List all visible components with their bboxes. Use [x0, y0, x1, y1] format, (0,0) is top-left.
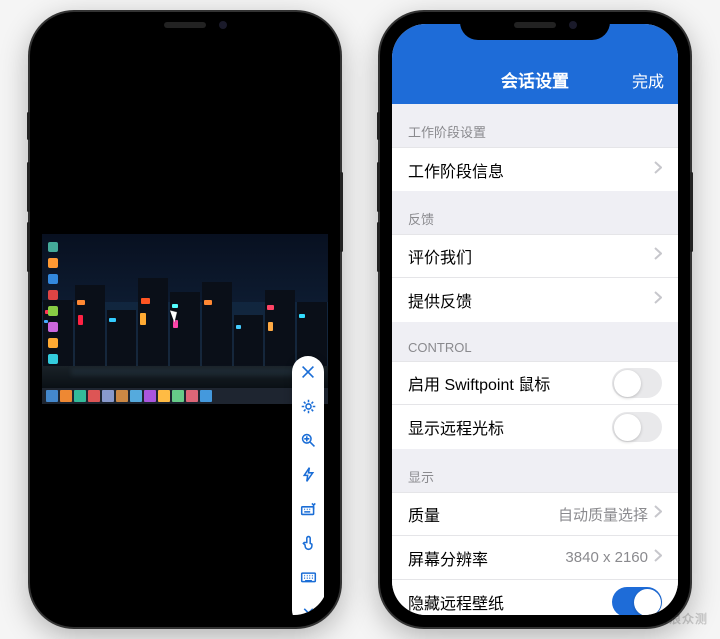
row-rate-us[interactable]: 评价我们 — [392, 234, 678, 278]
gear-icon[interactable] — [298, 396, 318, 416]
row-label: 启用 Swiftpoint 鼠标 — [408, 371, 612, 395]
chevron-right-icon — [654, 161, 662, 179]
taskbar-icon[interactable] — [158, 390, 170, 402]
row-label: 提供反馈 — [408, 288, 654, 312]
lightning-icon[interactable] — [298, 464, 318, 484]
row-swiftpoint: 启用 Swiftpoint 鼠标 — [392, 361, 678, 405]
section-header-control: CONTROL — [392, 322, 678, 361]
switch-swiftpoint[interactable] — [612, 368, 662, 398]
row-value: 3840 x 2160 — [565, 549, 648, 566]
taskbar-icon[interactable] — [130, 390, 142, 402]
close-icon[interactable] — [298, 362, 318, 382]
chevron-right-icon — [654, 291, 662, 309]
row-label: 屏幕分辨率 — [408, 546, 565, 570]
row-label: 隐藏远程壁纸 — [408, 590, 612, 614]
screen-remote-desktop — [42, 24, 328, 615]
taskbar-icon[interactable] — [46, 390, 58, 402]
taskbar-icon[interactable] — [186, 390, 198, 402]
desktop-wallpaper-buildings — [42, 275, 328, 370]
touch-icon[interactable] — [298, 532, 318, 552]
settings-list[interactable]: 工作阶段设置 工作阶段信息 反馈 评价我们 提供反馈 CONTROL — [392, 104, 678, 615]
section-header-feedback: 反馈 — [392, 191, 678, 234]
side-button — [340, 172, 343, 252]
chevron-right-icon — [654, 549, 662, 567]
row-provide-feedback[interactable]: 提供反馈 — [392, 278, 678, 322]
desktop-wallpaper-ground — [42, 366, 328, 388]
row-show-cursor: 显示远程光标 — [392, 405, 678, 449]
side-button — [377, 222, 380, 272]
side-button — [690, 172, 693, 252]
switch-show-cursor[interactable] — [612, 412, 662, 442]
row-label: 评价我们 — [408, 244, 654, 268]
section-header-display: 显示 — [392, 449, 678, 492]
desktop-icon[interactable] — [45, 288, 61, 302]
remote-taskbar[interactable] — [42, 388, 328, 404]
desktop-icon[interactable] — [45, 336, 61, 350]
desktop-icon[interactable] — [45, 304, 61, 318]
row-hide-wallpaper: 隐藏远程壁纸 — [392, 580, 678, 615]
nav-bar: 会话设置 完成 — [392, 24, 678, 104]
taskbar-icon[interactable] — [74, 390, 86, 402]
remote-desktop-viewport[interactable] — [42, 234, 328, 404]
taskbar-icon[interactable] — [144, 390, 156, 402]
keyboard-icon[interactable] — [298, 566, 318, 586]
chevron-down-icon[interactable] — [298, 600, 318, 615]
section-header-stage: 工作阶段设置 — [392, 104, 678, 147]
side-button — [377, 162, 380, 212]
row-resolution[interactable]: 屏幕分辨率 3840 x 2160 — [392, 536, 678, 580]
desktop-icon[interactable] — [45, 352, 61, 366]
side-button — [27, 112, 30, 140]
watermark: 新浪众测 — [656, 610, 708, 627]
side-button — [27, 162, 30, 212]
taskbar-icon[interactable] — [60, 390, 72, 402]
desktop-icon[interactable] — [45, 240, 61, 254]
side-button — [377, 112, 380, 140]
row-label: 显示远程光标 — [408, 415, 612, 439]
row-value: 自动质量选择 — [558, 504, 648, 525]
switch-hide-wallpaper[interactable] — [612, 587, 662, 615]
notch-camera — [219, 21, 227, 29]
screen-settings: 会话设置 完成 工作阶段设置 工作阶段信息 反馈 评价我们 提供反馈 — [392, 24, 678, 615]
taskbar-icon[interactable] — [102, 390, 114, 402]
row-stage-info[interactable]: 工作阶段信息 — [392, 147, 678, 191]
taskbar-icon[interactable] — [88, 390, 100, 402]
side-button — [27, 222, 30, 272]
taskbar-icon[interactable] — [172, 390, 184, 402]
phone-left-remote-desktop — [30, 12, 340, 627]
notch-speaker — [164, 22, 206, 28]
notch-camera — [569, 21, 577, 29]
taskbar-icon[interactable] — [200, 390, 212, 402]
desktop-icon[interactable] — [45, 256, 61, 270]
phone-right-settings: 会话设置 完成 工作阶段设置 工作阶段信息 反馈 评价我们 提供反馈 — [380, 12, 690, 627]
desktop-icon[interactable] — [45, 320, 61, 334]
keyboard-ext-icon[interactable] — [298, 498, 318, 518]
desktop-icons-column — [45, 240, 63, 368]
done-button[interactable]: 完成 — [632, 68, 664, 92]
notch-speaker — [514, 22, 556, 28]
taskbar-icon[interactable] — [116, 390, 128, 402]
chevron-right-icon — [654, 505, 662, 523]
nav-title: 会话设置 — [501, 67, 569, 92]
chevron-right-icon — [654, 247, 662, 265]
rd-toolbar — [292, 356, 324, 615]
desktop-icon[interactable] — [45, 272, 61, 286]
row-label: 质量 — [408, 502, 558, 526]
row-quality[interactable]: 质量 自动质量选择 — [392, 492, 678, 536]
row-label: 工作阶段信息 — [408, 158, 654, 182]
zoom-icon[interactable] — [298, 430, 318, 450]
